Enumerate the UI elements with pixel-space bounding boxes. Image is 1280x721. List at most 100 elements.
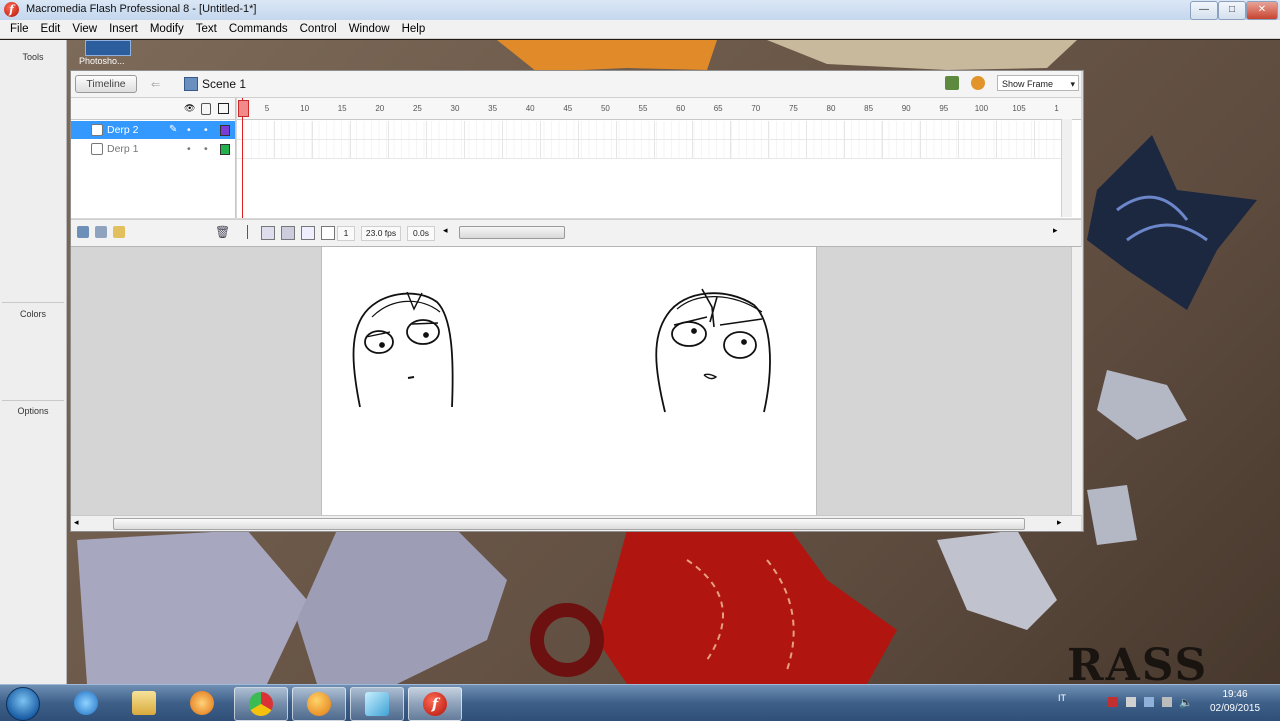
menu-control[interactable]: Control (294, 23, 343, 35)
layer-color-swatch[interactable] (220, 144, 230, 155)
scroll-right-icon[interactable]: ▸ (1057, 517, 1062, 528)
scroll-left-icon[interactable]: ◂ (443, 225, 448, 236)
window-title: Macromedia Flash Professional 8 - [Untit… (26, 3, 257, 15)
scene-label[interactable]: Scene 1 (202, 77, 246, 91)
ruler-tick-label: 75 (788, 104, 798, 113)
taskbar-file-explorer[interactable] (118, 687, 170, 719)
timeline-vertical-scrollbar[interactable] (1061, 119, 1072, 217)
layer-name[interactable]: Derp 1 (107, 140, 139, 158)
clock-date[interactable]: 02/09/2015 (1203, 703, 1267, 714)
frame-rate-field[interactable]: 23.0 fps (361, 226, 401, 241)
timeline-scroll-thumb[interactable] (459, 226, 565, 239)
window-app-icon (365, 692, 389, 716)
onion-outline-icon[interactable] (281, 226, 295, 240)
minimize-button[interactable]: — (1190, 1, 1218, 20)
eye-icon[interactable]: 👁 (184, 103, 195, 114)
taskbar-chrome[interactable] (234, 687, 288, 721)
timeline-footer: 🗑 1 23.0 fps 0.0s ◂ ▸ (71, 219, 1081, 247)
tray-icon[interactable] (1108, 697, 1118, 707)
ruler-tick-label: 20 (375, 104, 385, 113)
center-frame-icon[interactable] (247, 225, 248, 239)
lock-icon[interactable] (201, 103, 211, 115)
taskbar-generic-app[interactable] (350, 687, 404, 721)
lock-dot[interactable]: • (204, 121, 208, 139)
layer-icon (91, 143, 103, 155)
pencil-icon: ✎ (169, 124, 178, 135)
stage-horizontal-scrollbar[interactable]: ◂ ▸ (71, 515, 1081, 531)
menu-insert[interactable]: Insert (103, 23, 144, 35)
maximize-button[interactable]: □ (1218, 1, 1246, 20)
taskbar-orb-app[interactable] (292, 687, 346, 721)
ruler-tick-label: 90 (901, 104, 911, 113)
menu-edit[interactable]: Edit (35, 23, 67, 35)
taskbar-media-player[interactable] (176, 687, 228, 719)
stage-canvas[interactable] (321, 247, 817, 515)
menu-file[interactable]: File (4, 23, 35, 35)
ruler-tick-label: 30 (450, 104, 460, 113)
timeline-frames[interactable]: 5 10 15 20 25 30 35 40 45 50 55 60 65 70 75 80 85 90 95 100… (237, 98, 1081, 218)
photoshop-shortcut-icon[interactable] (85, 40, 131, 56)
frame-ruler[interactable]: 5 10 15 20 25 30 35 40 45 50 55 60 65 70 75 80 85 90 95 100… (237, 98, 1081, 120)
ruler-tick-label: 45 (563, 104, 573, 113)
edit-symbol-icon[interactable] (971, 76, 985, 90)
menu-text[interactable]: Text (190, 23, 223, 35)
folder-icon (132, 691, 156, 715)
modify-onion-markers-icon[interactable] (321, 226, 335, 240)
ruler-tick-label: 105 (1012, 104, 1026, 113)
close-button[interactable]: ✕ (1246, 1, 1278, 20)
stage-workspace[interactable] (71, 247, 1071, 515)
network-icon[interactable] (1144, 697, 1154, 707)
derp-face-drawings[interactable] (322, 247, 816, 515)
clock-time[interactable]: 19:46 (1203, 689, 1267, 700)
flash-app-icon[interactable]: f (4, 2, 19, 17)
menu-help[interactable]: Help (396, 23, 432, 35)
zoom-select[interactable]: Show Frame ▾ (997, 75, 1079, 91)
media-player-icon (190, 691, 214, 715)
chrome-icon (249, 692, 273, 716)
add-motion-guide-icon[interactable] (95, 226, 107, 238)
language-indicator[interactable]: IT (1058, 693, 1066, 703)
ruler-tick-label: 40 (525, 104, 535, 113)
menu-modify[interactable]: Modify (144, 23, 190, 35)
visibility-dot[interactable]: • (187, 140, 191, 158)
layer-name[interactable]: Derp 2 (107, 121, 139, 139)
edit-multiple-frames-icon[interactable] (301, 226, 315, 240)
menu-commands[interactable]: Commands (223, 23, 294, 35)
visibility-dot[interactable]: • (187, 121, 191, 139)
layer-row-derp-1[interactable]: Derp 1 • • (71, 140, 235, 158)
menu-window[interactable]: Window (343, 23, 396, 35)
ruler-tick-label: 10 (300, 104, 310, 113)
timeline-toggle-button[interactable]: Timeline (75, 75, 137, 93)
ruler-tick-label: 60 (676, 104, 686, 113)
desktop-shortcut-label[interactable]: Photosho... (79, 56, 125, 66)
scroll-left-icon[interactable]: ◂ (74, 517, 79, 528)
stage-scroll-thumb[interactable] (113, 518, 1025, 530)
tray-icon[interactable] (1162, 697, 1172, 707)
outline-icon[interactable] (218, 103, 229, 114)
layer-list: 👁 Derp 2 ✎ • • Derp 1 • • (71, 98, 236, 218)
insert-folder-icon[interactable] (113, 226, 125, 238)
tray-icon[interactable] (1126, 697, 1136, 707)
edit-scene-icon[interactable] (945, 76, 959, 90)
speaker-icon[interactable]: 🔈 (1179, 696, 1193, 709)
onion-skin-icon[interactable] (261, 226, 275, 240)
panel-divider (2, 302, 64, 303)
back-arrow-icon[interactable]: ⇐ (151, 78, 160, 91)
scene-icon (184, 77, 198, 91)
playhead-handle[interactable] (238, 100, 249, 117)
lock-dot[interactable]: • (204, 140, 208, 158)
taskbar-internet-explorer[interactable] (60, 687, 112, 719)
layer-color-swatch[interactable] (220, 125, 230, 136)
layer-row-derp-2[interactable]: Derp 2 ✎ • • (71, 121, 235, 139)
frame-row-derp-1[interactable] (237, 140, 1061, 159)
scroll-right-icon[interactable]: ▸ (1053, 225, 1058, 236)
frame-row-derp-2[interactable] (237, 121, 1061, 140)
start-button[interactable] (6, 687, 40, 721)
add-layer-icon[interactable] (77, 226, 89, 238)
taskbar-flash[interactable]: f (408, 687, 462, 721)
menu-view[interactable]: View (66, 23, 103, 35)
stage-vertical-scrollbar[interactable] (1071, 247, 1082, 515)
orb-app-icon (307, 692, 331, 716)
tools-panel: Tools Colors Options (0, 40, 67, 684)
trash-icon[interactable]: 🗑 (215, 225, 230, 239)
